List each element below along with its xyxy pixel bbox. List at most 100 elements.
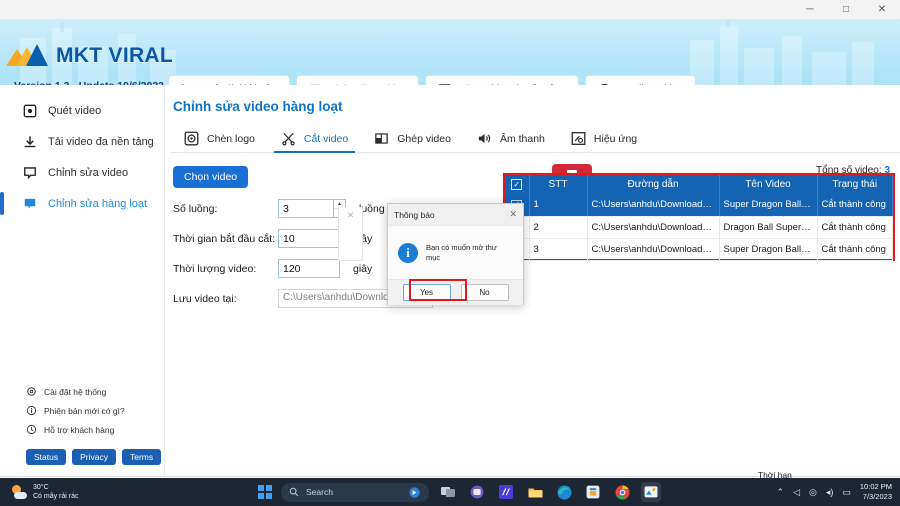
sidebar: Quét video Tải video đa nền tảng Chỉnh s… bbox=[0, 85, 165, 476]
logo-overlay-icon bbox=[184, 131, 199, 146]
weather-text: 30°C Có mây rải rác bbox=[33, 483, 79, 501]
visual-studio-icon[interactable] bbox=[496, 482, 516, 502]
no-label: No bbox=[479, 288, 490, 297]
wifi-icon[interactable]: ◎ bbox=[809, 487, 817, 498]
video-grid: ✓ STT Đường dẫn Tên Video Trạng thái ✓ 1 bbox=[505, 175, 893, 261]
duration-input[interactable] bbox=[278, 259, 340, 278]
table-row[interactable]: 3 C:\Users\anhdu\Downloads\youtub... Sup… bbox=[505, 238, 893, 261]
weather-icon bbox=[12, 484, 27, 500]
subtab-am-thanh[interactable]: Âm thanh bbox=[464, 125, 558, 152]
search-icon bbox=[289, 487, 299, 497]
batch-edit-icon bbox=[23, 197, 37, 211]
mkt-viral-app-icon[interactable] bbox=[641, 482, 661, 502]
edge-icon[interactable] bbox=[554, 482, 574, 502]
weather-desc: Có mây rải rác bbox=[33, 493, 79, 500]
file-explorer-icon[interactable] bbox=[525, 482, 545, 502]
tray-expand-icon[interactable]: ⌃ bbox=[777, 487, 785, 498]
store-icon[interactable] bbox=[583, 482, 603, 502]
taskbar-search[interactable]: Search bbox=[281, 482, 429, 502]
subtab-ghep-video[interactable]: Ghép video bbox=[361, 125, 464, 152]
table-row[interactable]: ✓ 1 C:\Users\anhdu\Downloads\youtub... S… bbox=[505, 194, 893, 217]
select-all-checkbox[interactable]: ✓ bbox=[511, 179, 523, 191]
dialog-footer: Yes No bbox=[388, 279, 523, 305]
thread-count-input[interactable] bbox=[278, 199, 333, 218]
scan-video-icon bbox=[23, 104, 37, 118]
network-icon[interactable]: ◁ bbox=[793, 487, 800, 498]
yes-button[interactable]: Yes bbox=[402, 284, 451, 301]
header-ten-video[interactable]: Tên Video bbox=[719, 175, 818, 194]
dialog-close-icon[interactable]: ✕ bbox=[509, 209, 517, 220]
weather-widget[interactable]: 30°C Có mây rải rác bbox=[12, 483, 79, 501]
header-trang-thai[interactable]: Trạng thái bbox=[817, 175, 893, 194]
row-path: C:\Users\anhdu\Downloads\youtub... bbox=[587, 216, 720, 239]
taskview-icon[interactable] bbox=[438, 482, 458, 502]
sidebar-item-ho-tro-khach-hang[interactable]: Hỗ trợ khách hàng bbox=[0, 420, 165, 439]
dialog-title: Thông báo bbox=[394, 209, 435, 220]
row-stt: 3 bbox=[529, 238, 588, 261]
dialog-overlay-fragment: ✕ bbox=[338, 207, 363, 261]
dialog-titlebar: Thông báo ✕ bbox=[388, 204, 523, 226]
subtab-hieu-ung[interactable]: Hiệu ứng bbox=[558, 125, 650, 152]
sidebar-small-label: Phiên bản mới có gì? bbox=[44, 405, 125, 416]
clock-date: 7/3/2023 bbox=[862, 492, 892, 501]
header-select-all[interactable]: ✓ bbox=[505, 175, 530, 194]
windows-taskbar: 30°C Có mây rải rác Search ⌃ ◁ ◎ ◂) ▭ 10… bbox=[0, 478, 900, 506]
search-placeholder: Search bbox=[306, 487, 333, 497]
speaker-icon bbox=[477, 131, 492, 146]
sidebar-item-tai-video-da-nen-tang[interactable]: Tải video đa nền tảng bbox=[0, 126, 164, 157]
sidebar-item-label: Chỉnh sửa video bbox=[48, 166, 129, 179]
sidebar-item-chinh-sua-video[interactable]: Chỉnh sửa video bbox=[0, 157, 164, 188]
header-duong-dan[interactable]: Đường dẫn bbox=[587, 175, 720, 194]
volume-icon[interactable]: ◂) bbox=[826, 487, 834, 498]
copilot-icon[interactable] bbox=[408, 486, 421, 499]
window-controls: ─ □ ✕ bbox=[792, 0, 900, 20]
sidebar-item-phien-ban-moi[interactable]: Phiên bản mới có gì? bbox=[0, 401, 165, 420]
window-titlebar: ─ □ ✕ bbox=[0, 0, 900, 20]
table-row[interactable]: 2 C:\Users\anhdu\Downloads\youtub... Dra… bbox=[505, 216, 893, 239]
teams-icon[interactable] bbox=[467, 482, 487, 502]
row-name: Super Dragon Ball Hero... bbox=[719, 194, 818, 217]
close-icon[interactable]: ✕ bbox=[864, 0, 900, 20]
form-label: Thời gian bắt đầu cắt: bbox=[173, 232, 276, 245]
choose-video-button[interactable]: Chọn video bbox=[173, 166, 249, 188]
scissors-icon bbox=[281, 131, 296, 146]
video-table: ✓ STT Đường dẫn Tên Video Trạng thái ✓ 1 bbox=[503, 173, 895, 261]
status-chip[interactable]: Status bbox=[26, 449, 67, 465]
dialog-message: Bạn có muốn mở thư mục bbox=[426, 243, 497, 262]
app-header: MKT VIRAL Version 1.3 - Update 19/6/2023… bbox=[0, 20, 900, 85]
chrome-icon[interactable] bbox=[612, 482, 632, 502]
form-label: Thời lượng video: bbox=[173, 262, 257, 275]
edit-video-icon bbox=[23, 166, 37, 180]
tab-chuc-nang-video[interactable]: Chức năng Video bbox=[295, 75, 420, 85]
sidebar-item-label: Quét video bbox=[48, 104, 102, 117]
form-unit: giây bbox=[353, 262, 373, 275]
clock[interactable]: 10:02 PM 7/3/2023 bbox=[860, 482, 892, 502]
row-path: C:\Users\anhdu\Downloads\youtub... bbox=[587, 194, 720, 217]
form-label: Số luồng: bbox=[173, 202, 218, 215]
no-button[interactable]: No bbox=[460, 284, 509, 301]
row-name: Super Dragon Ball Hero... bbox=[719, 238, 818, 261]
tab-dang-video-da-nen-tang[interactable]: Đăng Video đa nền tảng bbox=[425, 75, 579, 85]
maximize-icon[interactable]: □ bbox=[828, 0, 864, 20]
start-time-input[interactable] bbox=[278, 229, 340, 248]
tab-seeding-video[interactable]: Seeding Video bbox=[584, 75, 696, 85]
sidebar-item-cai-dat-he-thong[interactable]: Cài đặt hệ thống bbox=[0, 382, 165, 401]
battery-icon[interactable]: ▭ bbox=[842, 487, 851, 498]
minimize-icon[interactable]: ─ bbox=[792, 0, 828, 20]
merge-icon bbox=[374, 131, 389, 146]
subtab-chen-logo[interactable]: Chèn logo bbox=[171, 125, 268, 152]
terms-chip[interactable]: Terms bbox=[121, 449, 162, 465]
top-tabs: Quản lí tài khoản Chức năng Video Đăng V… bbox=[168, 75, 696, 85]
subtab-cat-video[interactable]: Cắt video bbox=[268, 125, 361, 153]
start-button-icon[interactable] bbox=[258, 485, 272, 499]
gear-icon bbox=[26, 386, 37, 397]
privacy-chip[interactable]: Privacy bbox=[72, 449, 116, 465]
header-stt[interactable]: STT bbox=[529, 175, 588, 194]
main-panel: Chỉnh sửa video hàng loạt Chèn logo Cắt … bbox=[165, 85, 900, 476]
tab-quan-li-tai-khoan[interactable]: Quản lí tài khoản bbox=[168, 75, 290, 85]
row-status: Cắt thành công bbox=[817, 238, 893, 261]
sidebar-item-quet-video[interactable]: Quét video bbox=[0, 95, 164, 126]
sidebar-item-label: Chỉnh sửa hàng loạt bbox=[48, 197, 148, 210]
row-path: C:\Users\anhdu\Downloads\youtub... bbox=[587, 238, 720, 261]
sidebar-item-chinh-sua-hang-loat[interactable]: Chỉnh sửa hàng loạt bbox=[0, 188, 164, 219]
